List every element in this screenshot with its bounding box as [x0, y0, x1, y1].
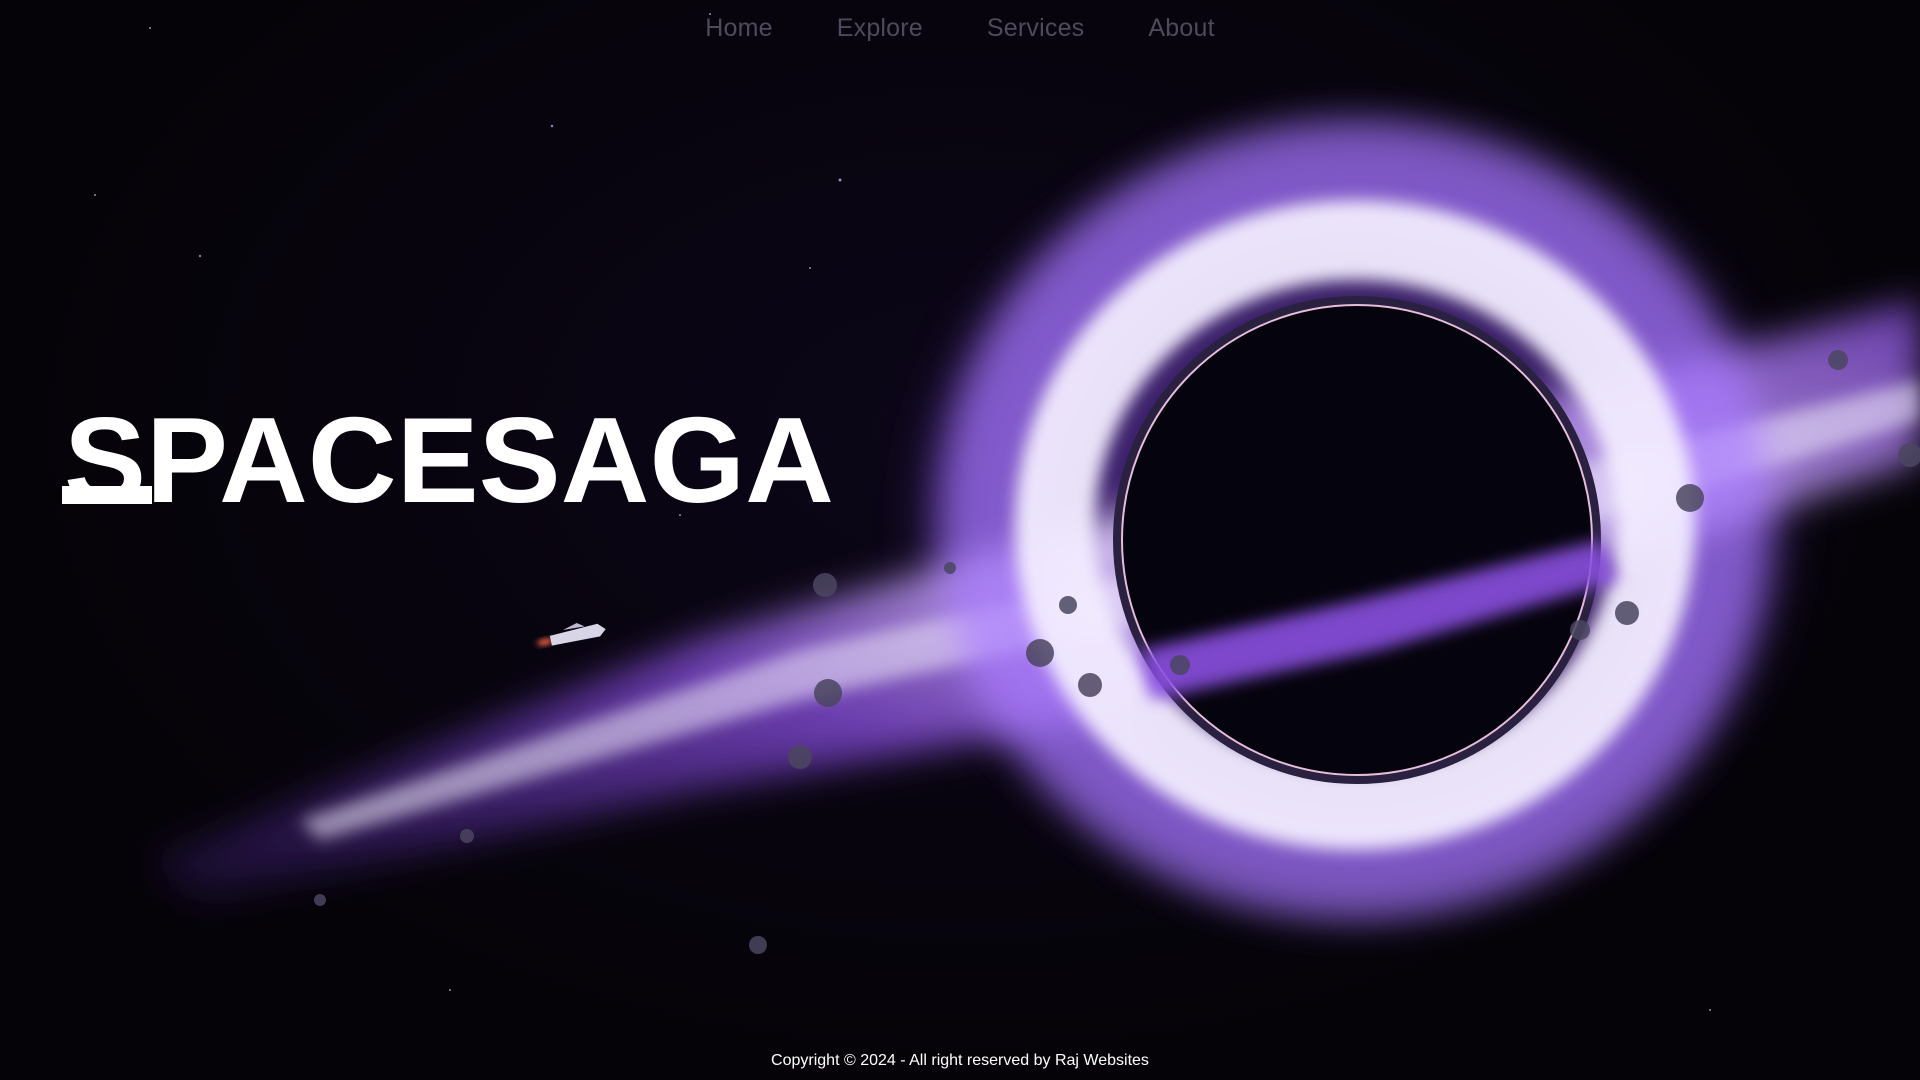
main-nav: Home Explore Services About — [0, 14, 1920, 43]
nav-services-link[interactable]: Services — [987, 14, 1084, 43]
copyright-footer: Copyright © 2024 - All right reserved by… — [771, 1052, 1149, 1069]
logo-underline-left — [62, 486, 152, 504]
nav-home-link[interactable]: Home — [705, 14, 773, 43]
page: Home Explore Services About SPACESAGA Co… — [0, 0, 1920, 1080]
nav-about-link[interactable]: About — [1148, 14, 1214, 43]
spaceship — [537, 622, 606, 646]
nav-explore-link[interactable]: Explore — [837, 14, 923, 43]
logo-wordmark: SPACESAGA — [64, 398, 834, 510]
black-hole-background — [94, 13, 1920, 1011]
spacesaga-logo: SPACESAGA — [62, 398, 834, 510]
